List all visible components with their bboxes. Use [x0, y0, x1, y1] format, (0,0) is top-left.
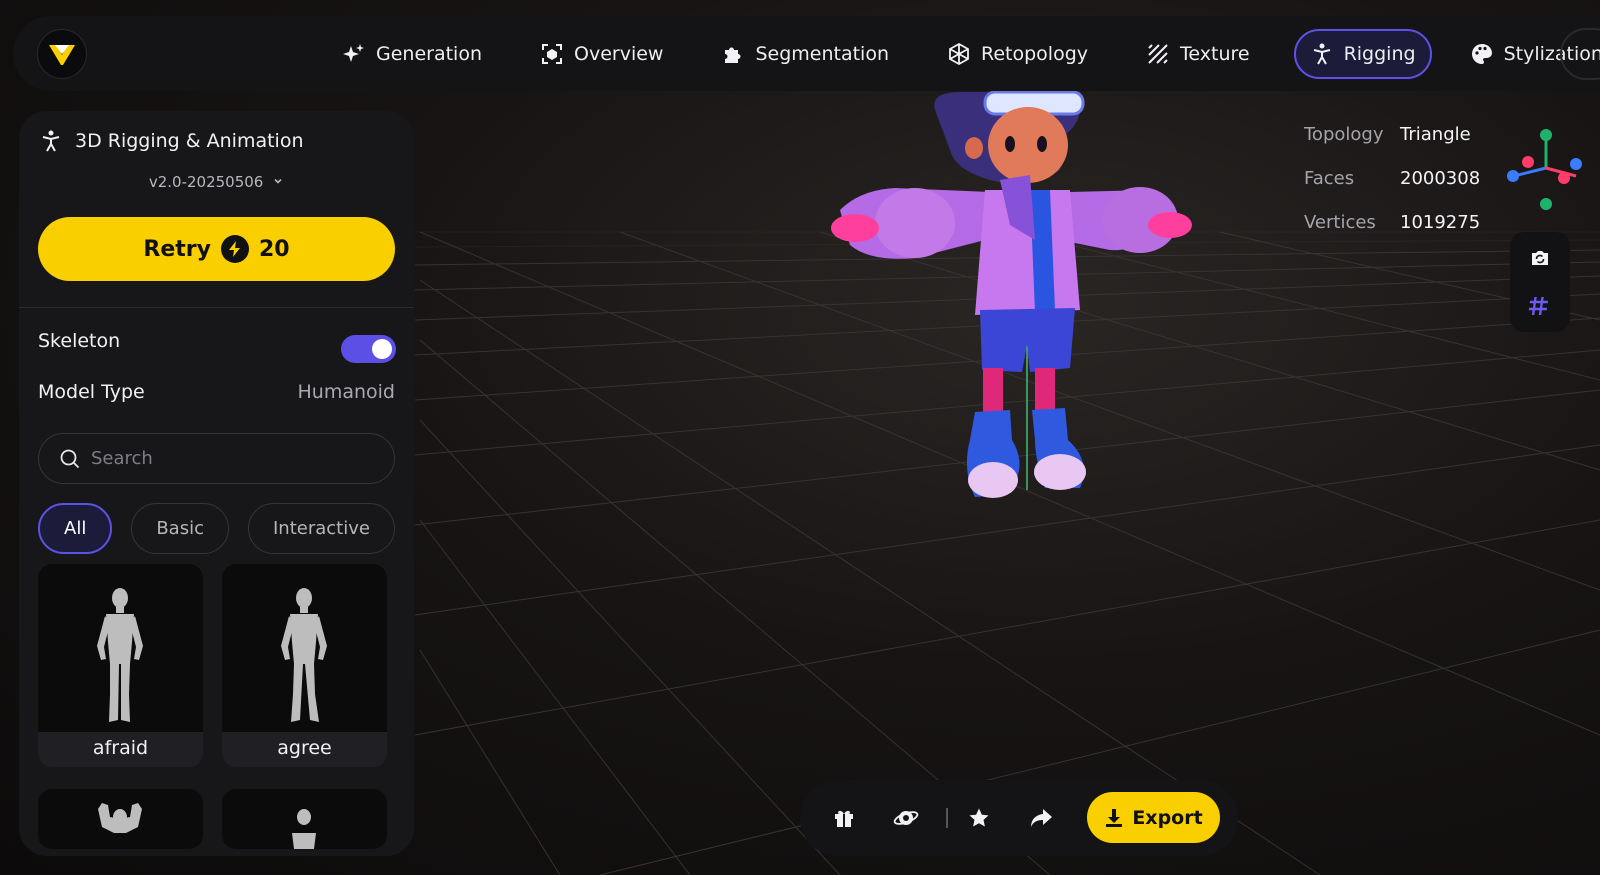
animation-card[interactable] — [222, 789, 387, 849]
faces-label: Faces — [1304, 167, 1355, 189]
nav-segmentation[interactable]: Segmentation — [707, 29, 903, 79]
animation-name: agree — [277, 737, 332, 759]
mannequin-figure — [281, 588, 327, 722]
vertices-row: Vertices 1019275 — [1304, 200, 1480, 244]
vertices-label: Vertices — [1304, 211, 1376, 233]
animation-thumbnail — [38, 789, 203, 849]
vertices-value: 1019275 — [1400, 211, 1481, 233]
share-icon[interactable] — [1027, 804, 1055, 832]
texture-icon — [1148, 43, 1168, 64]
search-icon — [60, 449, 80, 468]
bolt-icon — [220, 235, 249, 263]
panel-title: 3D Rigging & Animation — [75, 130, 304, 152]
grid-toggle-icon[interactable] — [1528, 294, 1552, 322]
export-button[interactable]: Export — [1087, 792, 1220, 843]
mode-nav: Generation Overview Segmentation Retopol… — [328, 16, 1600, 91]
nav-rigging[interactable]: Rigging — [1293, 28, 1432, 79]
top-nav-bar: Generation Overview Segmentation Retopol… — [13, 16, 1600, 91]
filter-interactive[interactable]: Interactive — [247, 503, 395, 554]
topology-value: Triangle — [1400, 123, 1471, 145]
panel-header: 3D Rigging & Animation — [39, 129, 304, 153]
model-type-label: Model Type — [38, 381, 145, 403]
skeleton-label: Skeleton — [38, 330, 121, 352]
version-label: v2.0-20250506 — [148, 173, 264, 191]
star-icon[interactable] — [965, 804, 993, 832]
model-info: Topology Triangle Faces 2000308 Vertices… — [1304, 112, 1480, 244]
figure-icon — [1313, 43, 1330, 64]
mesh-icon — [949, 42, 969, 65]
filter-basic[interactable]: Basic — [131, 503, 229, 554]
mannequin-figure — [97, 588, 143, 722]
faces-row: Faces 2000308 — [1304, 156, 1480, 200]
nav-overview[interactable]: Overview — [526, 29, 677, 79]
animation-thumbnail — [222, 789, 387, 849]
search-input[interactable] — [91, 448, 351, 469]
mannequin-figure — [98, 803, 142, 833]
animation-name: afraid — [92, 737, 149, 759]
retry-cost: 20 — [258, 236, 290, 262]
cube-frame-icon — [542, 43, 562, 64]
animation-thumbnail — [222, 564, 387, 732]
mannequin-figure — [292, 809, 316, 849]
figure-icon — [42, 130, 60, 152]
animation-thumbnail — [38, 564, 203, 732]
animation-search[interactable] — [38, 433, 395, 484]
sparkle-icon — [343, 43, 364, 62]
palette-icon — [1471, 43, 1492, 64]
animation-card[interactable] — [38, 789, 203, 849]
gift-icon[interactable] — [830, 804, 858, 832]
retry-label: Retry — [143, 236, 211, 262]
nav-retopology[interactable]: Retopology — [933, 29, 1102, 79]
faces-value: 2000308 — [1400, 167, 1481, 189]
chevron-down-icon — [274, 178, 282, 184]
viewport-tools — [1510, 232, 1570, 332]
filter-chips: All Basic Interactive — [38, 503, 395, 554]
app-logo[interactable] — [37, 29, 87, 79]
filter-all[interactable]: All — [38, 503, 113, 554]
rigging-panel: 3D Rigging & Animation v2.0-20250506 Ret… — [19, 111, 414, 856]
toggle-knob — [372, 339, 392, 359]
axis-gizmo-icon[interactable] — [1506, 126, 1586, 216]
nav-overview-label: Overview — [574, 42, 664, 65]
topology-row: Topology Triangle — [1304, 112, 1480, 156]
download-icon — [1106, 808, 1123, 827]
nav-segmentation-label: Segmentation — [755, 42, 889, 65]
puzzle-icon — [725, 47, 741, 63]
model-type-value[interactable]: Humanoid — [298, 381, 396, 403]
toolbar-divider — [946, 808, 948, 828]
version-select[interactable]: v2.0-20250506 — [19, 173, 414, 191]
skeleton-toggle[interactable] — [341, 335, 396, 363]
nav-rigging-label: Rigging — [1343, 42, 1416, 65]
nav-texture[interactable]: Texture — [1132, 29, 1264, 79]
retry-button[interactable]: Retry 20 — [38, 217, 395, 281]
animation-card[interactable]: afraid — [38, 564, 203, 767]
panel-divider — [19, 307, 414, 308]
planet-icon[interactable] — [892, 804, 920, 832]
camera-reset-icon[interactable] — [1528, 246, 1552, 274]
nav-retopology-label: Retopology — [981, 42, 1089, 65]
export-label: Export — [1132, 806, 1203, 829]
logo-icon — [49, 45, 75, 65]
animation-card[interactable]: agree — [222, 564, 387, 767]
nav-texture-label: Texture — [1180, 42, 1250, 65]
character-model — [831, 90, 1192, 498]
nav-generation-label: Generation — [376, 42, 482, 65]
nav-generation[interactable]: Generation — [328, 29, 496, 79]
bottom-toolbar: Export — [800, 780, 1238, 856]
topology-label: Topology — [1304, 123, 1384, 145]
